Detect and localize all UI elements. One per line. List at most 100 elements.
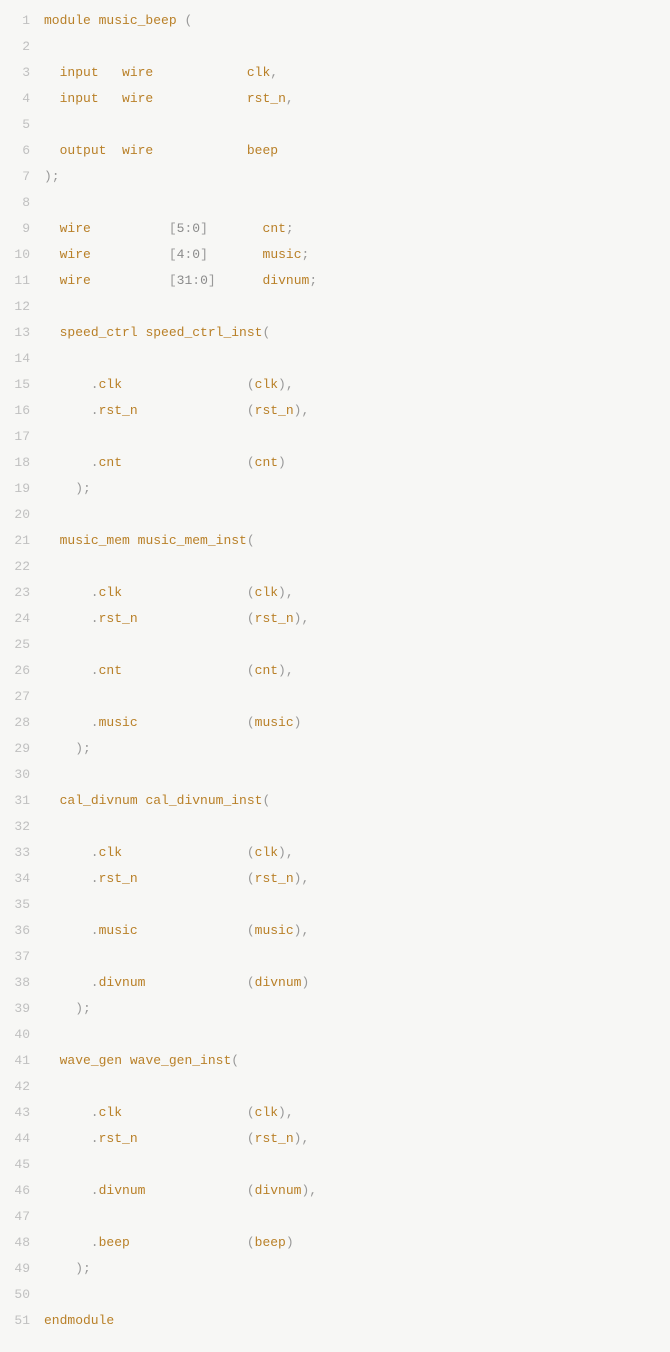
token-kw: wire	[60, 247, 91, 262]
token-punct	[44, 65, 60, 80]
token-port: music	[99, 923, 138, 938]
token-sig: beep	[255, 1235, 286, 1250]
token-punct: ]	[200, 247, 262, 262]
code-content: input wire rst_n,	[44, 86, 670, 112]
token-punct: :	[192, 273, 200, 288]
line-number: 12	[0, 294, 44, 320]
token-punct: )	[294, 715, 302, 730]
token-punct: (	[138, 923, 255, 938]
token-punct: )	[278, 455, 286, 470]
code-line: 21 music_mem music_mem_inst(	[0, 528, 670, 554]
code-content: cal_divnum cal_divnum_inst(	[44, 788, 670, 814]
token-punct: ),	[301, 1183, 317, 1198]
line-number: 51	[0, 1308, 44, 1334]
code-line: 19 );	[0, 476, 670, 502]
token-punct	[106, 143, 122, 158]
code-line: 10 wire [4:0] music;	[0, 242, 670, 268]
token-punct	[153, 65, 247, 80]
code-line: 11 wire [31:0] divnum;	[0, 268, 670, 294]
token-punct: (	[231, 1053, 239, 1068]
line-number: 28	[0, 710, 44, 736]
token-punct: ),	[294, 871, 310, 886]
token-sig: divnum	[263, 273, 310, 288]
code-content	[44, 424, 670, 450]
line-number: 7	[0, 164, 44, 190]
line-number: 19	[0, 476, 44, 502]
code-line: 31 cal_divnum cal_divnum_inst(	[0, 788, 670, 814]
token-punct: (	[122, 585, 255, 600]
code-content: .beep (beep)	[44, 1230, 670, 1256]
line-number: 34	[0, 866, 44, 892]
token-punct: (	[138, 403, 255, 418]
code-content: .cnt (cnt),	[44, 658, 670, 684]
line-number: 26	[0, 658, 44, 684]
code-content: );	[44, 164, 670, 190]
line-number: 45	[0, 1152, 44, 1178]
code-content: wire [4:0] music;	[44, 242, 670, 268]
token-punct: (	[122, 1105, 255, 1120]
code-line: 41 wave_gen wave_gen_inst(	[0, 1048, 670, 1074]
code-content: .music (music),	[44, 918, 670, 944]
line-number: 6	[0, 138, 44, 164]
code-line: 37	[0, 944, 670, 970]
line-number: 16	[0, 398, 44, 424]
token-punct	[44, 143, 60, 158]
token-punct: .	[44, 455, 99, 470]
token-punct: .	[44, 715, 99, 730]
code-line: 42	[0, 1074, 670, 1100]
token-punct: .	[44, 663, 99, 678]
token-id: cal_divnum_inst	[145, 793, 262, 808]
token-num: 0	[192, 247, 200, 262]
token-punct: (	[145, 975, 254, 990]
line-number: 10	[0, 242, 44, 268]
token-punct: [	[91, 247, 177, 262]
token-port: clk	[99, 845, 122, 860]
token-kw: wire	[60, 273, 91, 288]
code-line: 16 .rst_n (rst_n),	[0, 398, 670, 424]
code-content	[44, 1074, 670, 1100]
token-punct: .	[44, 1183, 99, 1198]
code-line: 26 .cnt (cnt),	[0, 658, 670, 684]
token-punct: ),	[278, 845, 294, 860]
token-kw: input	[60, 65, 99, 80]
token-punct	[99, 91, 122, 106]
token-id: cal_divnum	[60, 793, 138, 808]
code-block: 1module music_beep (23 input wire clk,4 …	[0, 0, 670, 1342]
code-content: .rst_n (rst_n),	[44, 398, 670, 424]
code-line: 6 output wire beep	[0, 138, 670, 164]
code-line: 50	[0, 1282, 670, 1308]
token-sig: music	[255, 923, 294, 938]
token-punct: (	[262, 325, 270, 340]
token-punct	[44, 273, 60, 288]
code-line: 36 .music (music),	[0, 918, 670, 944]
token-sig: beep	[247, 143, 278, 158]
token-punct: );	[44, 481, 91, 496]
token-kw: module	[44, 13, 91, 28]
token-kw: wire	[122, 65, 153, 80]
line-number: 30	[0, 762, 44, 788]
token-punct: );	[44, 741, 91, 756]
code-content	[44, 944, 670, 970]
token-sig: rst_n	[255, 611, 294, 626]
line-number: 5	[0, 112, 44, 138]
line-number: 2	[0, 34, 44, 60]
line-number: 13	[0, 320, 44, 346]
token-sig: clk	[255, 1105, 278, 1120]
code-line: 24 .rst_n (rst_n),	[0, 606, 670, 632]
code-content: output wire beep	[44, 138, 670, 164]
line-number: 31	[0, 788, 44, 814]
token-punct	[44, 221, 60, 236]
code-content	[44, 762, 670, 788]
code-line: 51endmodule	[0, 1308, 670, 1334]
code-line: 14	[0, 346, 670, 372]
token-punct: ),	[278, 585, 294, 600]
line-number: 40	[0, 1022, 44, 1048]
token-punct: )	[301, 975, 309, 990]
code-line: 20	[0, 502, 670, 528]
token-sig: cnt	[255, 455, 278, 470]
code-line: 38 .divnum (divnum)	[0, 970, 670, 996]
line-number: 48	[0, 1230, 44, 1256]
line-number: 39	[0, 996, 44, 1022]
token-id: music_mem_inst	[138, 533, 247, 548]
code-line: 40	[0, 1022, 670, 1048]
